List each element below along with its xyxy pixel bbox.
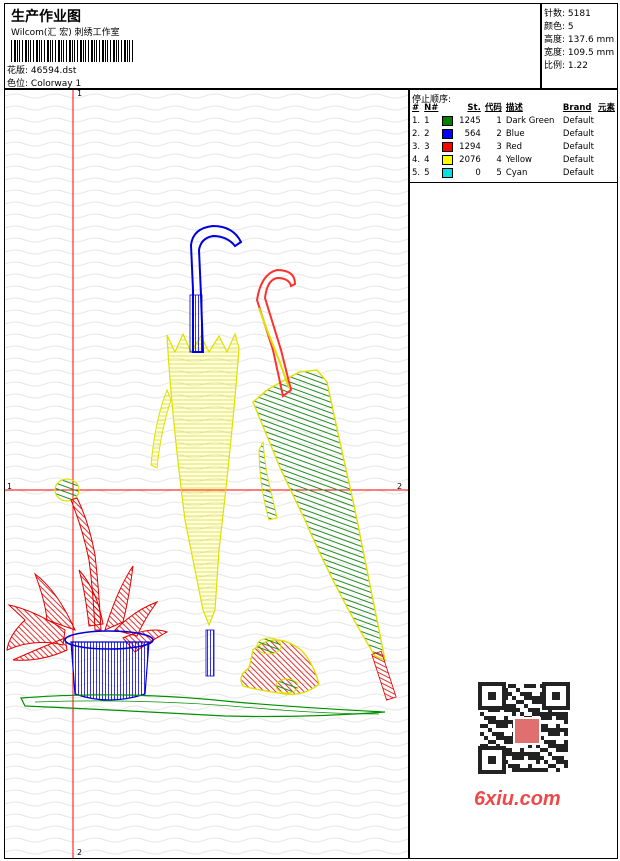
cell-st: 1294 [459, 142, 481, 152]
color-swatch [442, 167, 454, 178]
table-row: 5. 5 0 5 Cyan Default [410, 167, 617, 180]
scale-value: 1.22 [567, 61, 588, 71]
cell-num: 4. [412, 155, 421, 165]
cell-code: 3 [496, 142, 502, 152]
axis-label-right: 2 [397, 482, 403, 491]
col-header-st: St. [467, 103, 481, 113]
header-panel: 生产作业图 Wilcom(汇 宏) 刺绣工作室 花版: 46594.dst 色位… [4, 3, 541, 89]
table-row: 1. 1 1245 1 Dark Green Default [410, 115, 617, 128]
colorway-value: Colorway 1 [30, 79, 82, 89]
design-canvas: 1 2 1 2 [4, 89, 409, 859]
stitches-row: 针数: 5181 [544, 6, 591, 19]
cell-desc: Red [505, 142, 522, 152]
col-header-n: N# [424, 103, 439, 113]
cell-brand: Default [562, 129, 594, 139]
scale-row: 比例: 1.22 [544, 58, 588, 71]
cell-swatch [440, 141, 457, 154]
cell-code: 2 [496, 129, 502, 139]
cell-st: 2076 [459, 155, 481, 165]
width-row: 宽度: 109.5 mm [544, 45, 614, 58]
studio-subtitle: Wilcom(汇 宏) 刺绣工作室 [11, 28, 120, 38]
watermark-text: 6xiu.com [474, 788, 561, 810]
cell-brand: Default [562, 142, 594, 152]
cell-n: 1 [424, 116, 430, 126]
cell-desc: Cyan [505, 168, 528, 178]
design-row: 花版: 46594.dst [7, 63, 76, 76]
height-row: 高度: 137.6 mm [544, 32, 614, 45]
cell-swatch [440, 115, 457, 128]
axis-label-bottom: 2 [77, 848, 83, 857]
cell-code: 1 [496, 116, 502, 126]
cell-n: 2 [424, 129, 430, 139]
cell-num: 3. [412, 142, 421, 152]
col-header-element: 元素 [597, 103, 615, 113]
stitches-label: 针数: [544, 9, 566, 19]
width-value: 109.5 mm [567, 48, 615, 58]
color-swatch [442, 128, 454, 139]
col-header-code: 代码 [484, 103, 502, 113]
cell-element [596, 128, 617, 141]
cell-n: 3 [424, 142, 430, 152]
stop-sequence-table: # N# St. 代码 描述 Brand 元素 1. 1 1245 1 Dark Gre… [410, 102, 617, 180]
colorway-row: 色位: Colorway 1 [7, 76, 81, 89]
cell-element [596, 115, 617, 128]
scale-label: 比例: [544, 61, 566, 71]
cell-element [596, 167, 617, 180]
watermark: 6xiu.com [470, 680, 582, 820]
cell-num: 5. [412, 168, 421, 178]
cell-desc: Dark Green [505, 116, 555, 126]
cell-swatch [440, 167, 457, 180]
cell-code: 5 [496, 168, 502, 178]
cell-swatch [440, 128, 457, 141]
height-value: 137.6 mm [567, 35, 615, 45]
width-label: 宽度: [544, 48, 566, 58]
qr-code-icon [478, 682, 570, 774]
axis-label-left: 1 [7, 482, 13, 491]
color-swatch [442, 154, 454, 165]
stop-sequence-panel: 停止顺序: # N# St. 代码 描述 Brand 元素 1. 1 1245 1 Da… [409, 89, 618, 183]
cell-n: 5 [424, 168, 430, 178]
cell-st: 1245 [459, 116, 481, 126]
table-row: 2. 2 564 2 Blue Default [410, 128, 617, 141]
colorway-label: 色位: [7, 79, 29, 89]
cell-element [596, 141, 617, 154]
cell-brand: Default [562, 116, 594, 126]
cell-num: 2. [412, 129, 421, 139]
colors-row: 颜色: 5 [544, 19, 574, 32]
axis-label-top: 1 [77, 89, 83, 98]
cell-n: 4 [424, 155, 430, 165]
stats-panel: 针数: 5181 颜色: 5 高度: 137.6 mm 宽度: 109.5 mm… [541, 3, 618, 89]
page-title: 生产作业图 [11, 9, 81, 25]
cell-num: 1. [412, 116, 421, 126]
embroidery-drawing [5, 90, 408, 858]
col-header-brand: Brand [562, 103, 592, 113]
table-header-row: # N# St. 代码 描述 Brand 元素 [410, 102, 617, 115]
cell-brand: Default [562, 168, 594, 178]
table-row: 4. 4 2076 4 Yellow Default [410, 154, 617, 167]
cell-desc: Blue [505, 129, 525, 139]
cell-element [596, 154, 617, 167]
table-row: 3. 3 1294 3 Red Default [410, 141, 617, 154]
col-header-desc: 描述 [505, 103, 523, 113]
cell-st: 564 [464, 129, 481, 139]
barcode [11, 40, 133, 62]
cell-code: 4 [496, 155, 502, 165]
design-label: 花版: [7, 66, 29, 76]
design-value: 46594.dst [30, 66, 77, 76]
cell-st: 0 [475, 168, 481, 178]
cell-swatch [440, 154, 457, 167]
color-swatch [442, 141, 454, 152]
cell-desc: Yellow [505, 155, 532, 165]
stitches-value: 5181 [567, 9, 591, 19]
colors-value: 5 [567, 22, 574, 32]
height-label: 高度: [544, 35, 566, 45]
col-header-num: # [412, 103, 420, 113]
colors-label: 颜色: [544, 22, 566, 32]
color-swatch [442, 115, 454, 126]
cell-brand: Default [562, 155, 594, 165]
